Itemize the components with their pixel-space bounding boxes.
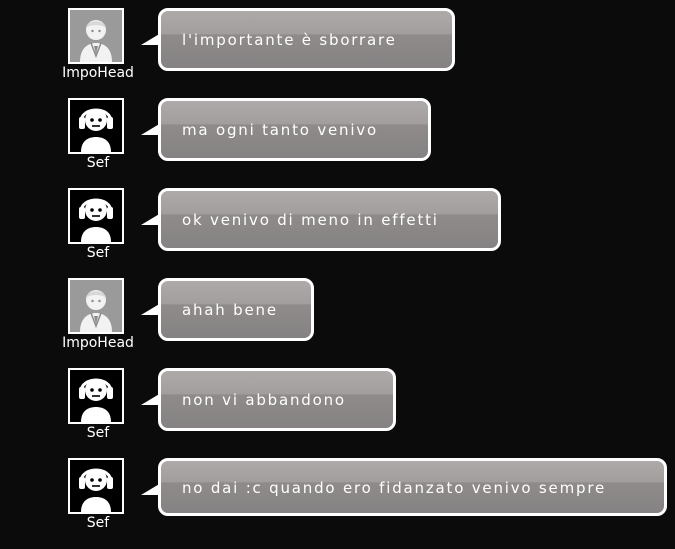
message-text: ok venivo di meno in effetti bbox=[182, 211, 439, 229]
message-username: Sef bbox=[86, 515, 110, 531]
chat-message: Sef non vi abbandono bbox=[0, 360, 675, 450]
message-bubble: l'importante è sborrare bbox=[158, 8, 455, 71]
impohead-avatar-icon bbox=[68, 278, 124, 334]
message-bubble: non vi abbandono bbox=[158, 368, 396, 431]
message-username: ImpoHead bbox=[62, 65, 134, 81]
message-bubble: ma ogni tanto venivo bbox=[158, 98, 431, 161]
message-bubble: ok venivo di meno in effetti bbox=[158, 188, 501, 251]
message-username: Sef bbox=[86, 425, 110, 441]
message-text: l'importante è sborrare bbox=[182, 31, 397, 49]
message-text: ma ogni tanto venivo bbox=[182, 121, 378, 139]
headphones-avatar-icon bbox=[68, 458, 124, 514]
chat-message: Sef no dai :c quando ero fidanzato veniv… bbox=[0, 450, 675, 549]
headphones-avatar-icon bbox=[68, 98, 124, 154]
chat-message: Sef ma ogni tanto venivo bbox=[0, 90, 675, 180]
message-text: ahah bene bbox=[182, 301, 278, 319]
chat-message: ImpoHead ahah bene bbox=[0, 270, 675, 360]
message-bubble: ahah bene bbox=[158, 278, 314, 341]
message-text: no dai :c quando ero fidanzato venivo se… bbox=[182, 479, 606, 497]
headphones-avatar-icon bbox=[68, 368, 124, 424]
message-username: Sef bbox=[86, 245, 110, 261]
message-text: non vi abbandono bbox=[182, 391, 346, 409]
message-username: ImpoHead bbox=[62, 335, 134, 351]
impohead-avatar-icon bbox=[68, 8, 124, 64]
headphones-avatar-icon bbox=[68, 188, 124, 244]
message-bubble: no dai :c quando ero fidanzato venivo se… bbox=[158, 458, 667, 516]
chat-transcript: ImpoHead l'importante è sborrare Sef ma … bbox=[0, 0, 675, 549]
chat-message: Sef ok venivo di meno in effetti bbox=[0, 180, 675, 270]
chat-message: ImpoHead l'importante è sborrare bbox=[0, 0, 675, 90]
message-username: Sef bbox=[86, 155, 110, 171]
